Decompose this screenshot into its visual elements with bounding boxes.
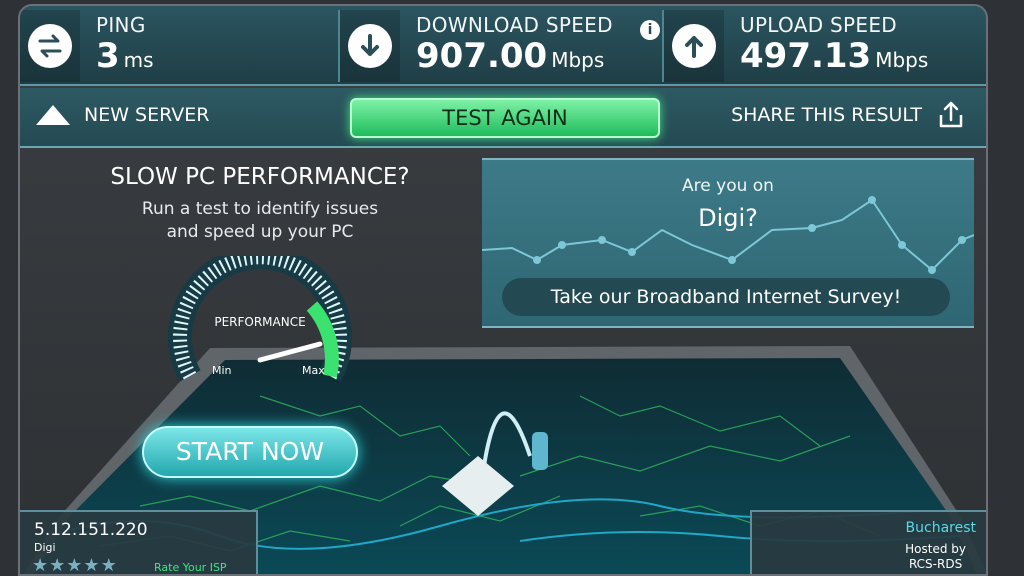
gauge-max-label: Max <box>302 364 325 377</box>
survey-ad[interactable]: Are you on Digi? Take our Broadband Inte… <box>482 158 974 328</box>
star-icon[interactable]: ★ <box>49 556 65 575</box>
star-icon[interactable]: ★ <box>66 556 82 575</box>
share-label: SHARE THIS RESULT <box>731 104 922 126</box>
speedtest-frame: PING 3 ms DOWNLOAD SPEED 907.00 Mbps i U… <box>18 4 988 576</box>
download-icon-box <box>340 10 400 82</box>
download-value: 907.00 <box>416 36 548 76</box>
download-label: DOWNLOAD SPEED <box>416 13 613 37</box>
upload-stat: UPLOAD SPEED 497.13 Mbps <box>664 10 928 82</box>
promo-title: SLOW PC PERFORMANCE? <box>110 164 410 190</box>
new-server-label: NEW SERVER <box>84 104 210 126</box>
client-ip: 5.12.151.220 <box>34 520 148 540</box>
action-bar: NEW SERVER TEST AGAIN SHARE THIS RESULT <box>20 88 986 148</box>
swap-arrows-icon <box>28 24 72 68</box>
star-icon[interactable]: ★ <box>32 556 48 575</box>
gauge-title: PERFORMANCE <box>214 315 305 329</box>
upload-icon-box <box>664 10 724 82</box>
promo-line-2: and speed up your PC <box>166 222 354 242</box>
ping-value: 3 <box>96 36 120 76</box>
ping-label: PING <box>96 13 146 37</box>
test-again-button[interactable]: TEST AGAIN <box>350 98 660 138</box>
share-result-button[interactable]: SHARE THIS RESULT <box>731 100 966 130</box>
hosted-by-label: Hosted by <box>905 542 966 556</box>
promo-subtitle: Run a test to identify issues and speed … <box>120 198 400 244</box>
start-now-button[interactable]: START NOW <box>142 426 358 478</box>
survey-cta-button[interactable]: Take our Broadband Internet Survey! <box>502 278 950 316</box>
gauge-min-label: Min <box>212 364 232 377</box>
ping-unit: ms <box>123 48 154 72</box>
triangle-icon <box>36 105 70 125</box>
upload-value: 497.13 <box>740 36 872 76</box>
client-info: 5.12.151.220 Digi ★ ★ ★ ★ ★ Rate Your IS… <box>20 510 258 575</box>
host-name: RCS-RDS <box>908 557 963 571</box>
client-isp: Digi <box>34 541 56 554</box>
stats-bar: PING 3 ms DOWNLOAD SPEED 907.00 Mbps i U… <box>20 6 986 86</box>
server-marker-icon <box>532 432 548 470</box>
download-stat: DOWNLOAD SPEED 907.00 Mbps <box>340 10 613 82</box>
isp-rating-stars[interactable]: ★ ★ ★ ★ ★ <box>32 556 118 575</box>
share-icon <box>939 101 963 128</box>
download-unit: Mbps <box>551 48 605 72</box>
ping-icon-box <box>20 10 80 82</box>
survey-question-1: Are you on <box>682 176 774 196</box>
star-icon[interactable]: ★ <box>101 556 117 575</box>
star-icon[interactable]: ★ <box>83 556 99 575</box>
performance-gauge: PERFORMANCE Min Max <box>168 256 352 382</box>
upload-unit: Mbps <box>875 48 929 72</box>
server-info: Bucharest Hosted by RCS-RDS <box>750 510 986 574</box>
rate-isp-link[interactable]: Rate Your ISP <box>154 561 227 574</box>
upload-label: UPLOAD SPEED <box>740 13 897 37</box>
info-icon[interactable]: i <box>640 20 660 40</box>
ping-stat: PING 3 ms <box>20 10 154 82</box>
server-host: Hosted by RCS-RDS <box>905 542 966 572</box>
server-city: Bucharest <box>905 520 976 536</box>
download-arrow-icon <box>348 24 392 68</box>
upload-arrow-icon <box>672 24 716 68</box>
promo-line-1: Run a test to identify issues <box>141 199 379 219</box>
survey-question-2: Digi? <box>698 204 758 232</box>
new-server-button[interactable]: NEW SERVER <box>36 104 209 126</box>
